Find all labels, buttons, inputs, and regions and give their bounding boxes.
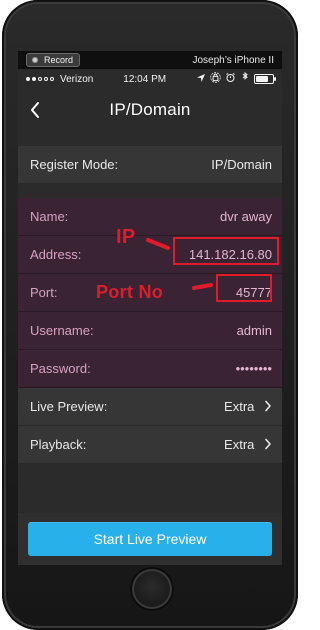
chevron-right-icon xyxy=(264,438,272,453)
live-preview-value-text: Extra xyxy=(224,399,255,414)
record-label: Record xyxy=(44,55,74,65)
start-live-preview-button[interactable]: Start Live Preview xyxy=(28,522,272,556)
ip-annotation-label: IP xyxy=(116,226,136,248)
playback-value: Extra xyxy=(224,437,272,452)
playback-value-text: Extra xyxy=(224,437,255,452)
battery-icon xyxy=(253,74,276,84)
phone-frame: Record Joseph’s iPhone II Verizon 12:04 … xyxy=(2,0,298,630)
username-label: Username: xyxy=(30,323,94,338)
address-label: Address: xyxy=(30,247,82,262)
port-highlight-box xyxy=(216,274,272,302)
signal-strength-icon xyxy=(26,77,54,81)
app-screen: Verizon 12:04 PM IP/Domain Register Mode… xyxy=(18,70,282,565)
username-row[interactable]: Username: admin xyxy=(18,312,282,350)
playback-label: Playback: xyxy=(30,437,87,452)
status-right xyxy=(196,71,276,86)
lock-rotation-icon xyxy=(210,72,221,86)
status-time: 12:04 PM xyxy=(123,73,167,85)
name-value: dvr away xyxy=(219,209,272,224)
home-button[interactable] xyxy=(130,567,174,611)
record-button[interactable]: Record xyxy=(26,53,81,67)
live-preview-row[interactable]: Live Preview: Extra xyxy=(18,388,282,426)
chevron-left-icon xyxy=(31,102,39,118)
register-mode-value: IP/Domain xyxy=(211,157,272,172)
alarm-icon xyxy=(225,72,236,86)
port-label: Port: xyxy=(30,285,58,300)
section-spacer xyxy=(18,132,282,146)
carrier-name: Verizon xyxy=(60,73,94,85)
navigation-bar: IP/Domain xyxy=(18,88,282,132)
location-arrow-icon xyxy=(196,73,206,86)
status-left: Verizon xyxy=(26,74,93,85)
password-row[interactable]: Password: •••••••• xyxy=(18,350,282,388)
battery-fill xyxy=(255,76,268,82)
record-dot-icon xyxy=(32,57,38,63)
name-label: Name: xyxy=(30,209,69,224)
device-name: Joseph’s iPhone II xyxy=(192,54,274,66)
back-button[interactable] xyxy=(24,98,46,122)
live-preview-value: Extra xyxy=(224,399,272,414)
username-value: admin xyxy=(236,323,272,338)
bluetooth-icon xyxy=(240,71,250,86)
password-label: Password: xyxy=(30,361,91,376)
register-mode-label: Register Mode: xyxy=(30,157,119,172)
name-row[interactable]: Name: dvr away xyxy=(18,198,282,236)
playback-row[interactable]: Playback: Extra xyxy=(18,426,282,464)
chevron-right-icon xyxy=(264,400,272,415)
port-annotation-label: Port No xyxy=(96,282,164,302)
bottom-action-area: Start Live Preview xyxy=(18,512,282,565)
screen-mirroring-bar: Record Joseph’s iPhone II xyxy=(18,51,282,69)
address-highlight-box xyxy=(173,237,279,265)
register-mode-row[interactable]: Register Mode: IP/Domain xyxy=(18,146,282,184)
section-spacer xyxy=(18,184,282,198)
status-bar: Verizon 12:04 PM xyxy=(18,70,282,88)
page-title: IP/Domain xyxy=(109,100,191,119)
password-value: •••••••• xyxy=(235,361,272,376)
live-preview-label: Live Preview: xyxy=(30,399,108,414)
